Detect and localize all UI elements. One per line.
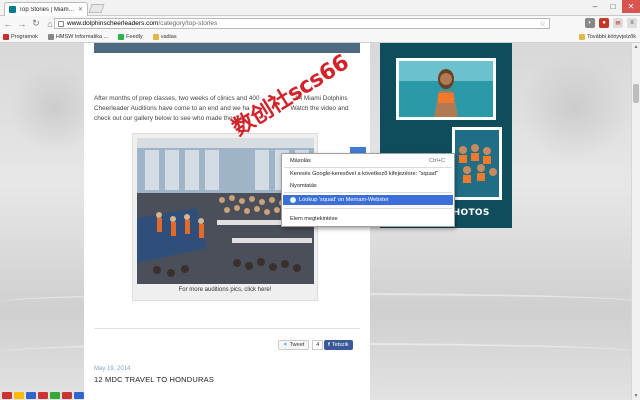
back-icon[interactable]: ←: [3, 19, 13, 29]
browser-tab[interactable]: Top Stories | Miami Dolphi ✕: [4, 2, 88, 16]
window-controls: – □ ✕: [586, 0, 640, 13]
taskbar-fragment: [0, 392, 200, 400]
maximize-icon[interactable]: □: [604, 0, 622, 13]
menu-item-print[interactable]: Nyomtatás: [283, 181, 453, 191]
bookmark-feedly[interactable]: Feedly: [118, 33, 143, 40]
window-close-icon[interactable]: ✕: [622, 0, 640, 13]
facebook-share: f Tetszik: [324, 340, 353, 350]
taskbar-app-icon[interactable]: [62, 392, 72, 399]
extension-icon[interactable]: ◐: [585, 18, 595, 28]
tweet-count: 4: [312, 340, 324, 350]
mail-icon[interactable]: ✉: [613, 18, 623, 28]
scroll-down-icon[interactable]: ▼: [632, 392, 640, 400]
taskbar-app-icon[interactable]: [14, 392, 24, 399]
folder-icon: [152, 33, 159, 40]
browser-toolbar: ← → ↻ ⌂ www.dolphinscheerleaders.com/cat…: [0, 16, 640, 31]
tab-title: Top Stories | Miami Dolphi: [19, 6, 75, 13]
menu-item-google-search[interactable]: Keresés Google-keresővel a következő kif…: [283, 169, 453, 179]
photo-caption-link[interactable]: For more auditions pics, click here!: [133, 287, 317, 293]
bookmark-hmsw[interactable]: HMSW Informatika ...: [47, 33, 108, 40]
bookmark-apps[interactable]: Programok: [3, 33, 38, 40]
extension-icons: ◐ ● ✉ ≡: [585, 18, 637, 28]
taskbar-app-icon[interactable]: [50, 392, 60, 399]
gallery-photo-2[interactable]: [452, 127, 502, 200]
minimize-icon[interactable]: –: [586, 0, 604, 13]
menu-item-lookup-merriam-webster[interactable]: Lookup 'squad' on Merriam-Webster: [283, 195, 453, 205]
scroll-thumb[interactable]: [633, 84, 639, 103]
post-title-link[interactable]: 12 MDC TRAVEL TO HONDURAS: [94, 375, 214, 384]
bookmarks-bar: Programok HMSW Informatika ... Feedly va…: [0, 31, 640, 43]
new-tab-button[interactable]: [88, 4, 105, 13]
reload-icon[interactable]: ↻: [31, 18, 41, 29]
bookmark-star-icon[interactable]: ☆: [539, 19, 546, 28]
folder-icon: [579, 34, 586, 40]
tweet-share: ✦ Tweet 4: [278, 340, 324, 350]
scroll-up-icon[interactable]: ▲: [632, 43, 640, 51]
facebook-icon: f: [328, 342, 330, 348]
menu-separator: [284, 167, 452, 168]
facebook-like-button[interactable]: f Tetszik: [324, 340, 353, 350]
page-icon: [47, 33, 54, 40]
cheerleaders-group-image: [455, 130, 499, 197]
context-menu: Másolás Ctrl+C Keresés Google-keresővel a…: [281, 153, 455, 227]
menu-item-inspect-element[interactable]: Elem megtekintése: [283, 214, 453, 224]
post-divider: [94, 328, 360, 329]
address-bar[interactable]: www.dolphinscheerleaders.com/category/to…: [54, 18, 550, 29]
twitter-bird-icon: ✦: [283, 342, 288, 348]
taskbar-app-icon[interactable]: [38, 392, 48, 399]
menu-icon[interactable]: ≡: [627, 18, 637, 28]
web-page: After months of prep classes, two weeks …: [0, 43, 640, 400]
cheerleader-image: [399, 61, 493, 117]
adblock-icon[interactable]: ●: [599, 18, 609, 28]
post-date: May 19, 2014: [94, 366, 131, 372]
site-favicon-icon: [9, 6, 16, 13]
apps-icon: [3, 33, 9, 40]
taskbar-app-icon[interactable]: [2, 392, 12, 399]
merriam-webster-icon: [290, 197, 296, 203]
tab-strip: Top Stories | Miami Dolphi ✕ – □ ✕: [0, 0, 640, 16]
forward-icon[interactable]: →: [17, 19, 27, 29]
gallery-photo-1[interactable]: [396, 58, 496, 120]
bookmark-folder[interactable]: vadias: [152, 33, 177, 40]
previous-post-image[interactable]: [94, 43, 360, 53]
background-palm: [520, 53, 630, 163]
taskbar-app-icon[interactable]: [26, 392, 36, 399]
tweet-button[interactable]: ✦ Tweet: [278, 340, 310, 350]
url-text[interactable]: www.dolphinscheerleaders.com/category/to…: [67, 20, 217, 27]
close-tab-icon[interactable]: ✕: [78, 6, 83, 13]
feedly-icon: [118, 33, 125, 40]
taskbar-app-icon[interactable]: [74, 392, 84, 399]
menu-item-copy[interactable]: Másolás Ctrl+C: [283, 156, 453, 166]
page-scrollbar[interactable]: ▲ ▼: [631, 43, 640, 400]
other-bookmarks[interactable]: További könyvjelzők: [579, 34, 636, 40]
menu-separator: [284, 192, 452, 193]
menu-separator: [284, 208, 452, 209]
article-body: After months of prep classes, two weeks …: [94, 95, 349, 122]
page-info-icon[interactable]: [58, 20, 64, 27]
